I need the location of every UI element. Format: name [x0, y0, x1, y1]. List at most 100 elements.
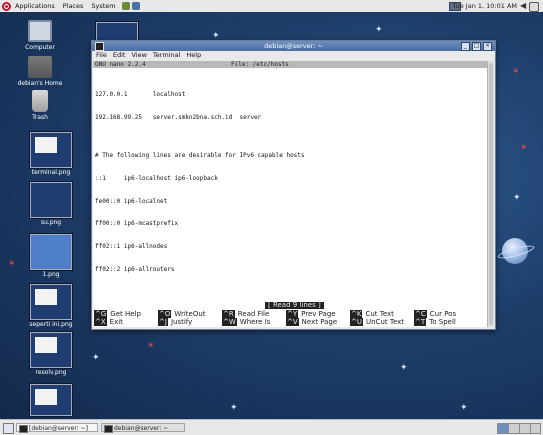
nano-header: GNU nano 2.2.4 File: /etc/hosts — [93, 61, 487, 68]
browser-launcher-icon[interactable] — [121, 2, 130, 10]
shortcut-key: ^R — [222, 310, 235, 318]
file-contents[interactable]: 127.0.0.1 localhost 192.168.99.25 server… — [93, 68, 487, 289]
shortcut-key: ^K — [350, 310, 363, 318]
shortcut-key: ^X — [94, 318, 107, 326]
trash-applet-icon[interactable] — [530, 423, 541, 434]
menu-file[interactable]: File — [96, 51, 107, 60]
file-label: 1.png — [42, 271, 60, 278]
shortcut-get-help: ^G Get Help — [94, 310, 141, 318]
file-line: 192.168.99.25 server.smkn2bna.sch.id ser… — [95, 113, 262, 121]
shortcut-key: ^U — [350, 318, 363, 326]
file-line: 127.0.0.1 localhost — [95, 91, 186, 99]
menu-view[interactable]: View — [131, 51, 146, 60]
star-decoration: ✶ — [512, 67, 520, 77]
shortcut-key: ^Y — [286, 310, 299, 318]
file-label: seperti ini.png — [29, 321, 73, 328]
star-decoration: ✦ — [460, 403, 468, 413]
image-file-icon[interactable]: seperti ini.png — [29, 284, 73, 328]
shortcut-key: ^O — [158, 310, 172, 318]
shortcut-key: ^G — [94, 310, 108, 318]
terminal-window[interactable]: debian@server: ~ _ □ × File Edit View Te… — [91, 40, 496, 330]
shortcut-key: ^J — [158, 318, 168, 326]
applications-menu[interactable]: Applications — [11, 2, 59, 10]
file-label: terminal.png — [31, 169, 71, 176]
image-file-icon[interactable]: resolv.png — [30, 332, 72, 376]
terminal-scrollbar[interactable] — [487, 61, 494, 327]
debian-logo-icon[interactable] — [2, 1, 11, 11]
shutdown-icon[interactable] — [529, 2, 539, 12]
image-file-icon[interactable] — [96, 22, 138, 42]
terminal-icon — [95, 42, 104, 51]
shortcut-to-spell: ^T To Spell — [414, 318, 456, 326]
minimize-button[interactable]: _ — [461, 42, 470, 51]
close-button[interactable]: × — [483, 42, 492, 51]
home-desktop-icon[interactable]: debian's Home — [10, 56, 70, 87]
file-line: ff00::0 ip6-mcastprefix — [95, 220, 179, 228]
terminal-content[interactable]: GNU nano 2.2.4 File: /etc/hosts 127.0.0.… — [93, 61, 487, 327]
shortcut-where-is: ^W Where Is — [222, 318, 270, 326]
star-decoration: ✦ — [400, 363, 408, 373]
desktop-icon-label: Trash — [32, 114, 48, 121]
shortcut-key: ^V — [286, 318, 299, 326]
star-decoration: ✶ — [147, 341, 155, 351]
scrollbar-thumb[interactable] — [489, 63, 493, 325]
star-decoration: ✦ — [513, 193, 521, 203]
shortcut-label: Justify — [170, 318, 193, 326]
image-file-icon-selected[interactable]: 1.png — [30, 234, 72, 278]
planet-decoration — [502, 238, 528, 264]
taskbar-item-label: [debian@server: ~] — [29, 425, 88, 432]
star-decoration: ✶ — [8, 259, 16, 269]
shortcut-key: ^W — [222, 318, 237, 326]
shortcut-label: Next Page — [301, 318, 338, 326]
shortcut-label: Where Is — [239, 318, 271, 326]
file-line: ff02::2 ip6-allrouters — [95, 265, 175, 273]
clock[interactable]: Tue Jan 1, 10:01 AM — [453, 2, 517, 10]
taskbar-item[interactable]: [debian@server: ~] — [16, 423, 98, 433]
maximize-button[interactable]: □ — [472, 42, 481, 51]
shortcut-label: Read File — [237, 310, 270, 318]
file-line: ff02::1 ip6-allnodes — [95, 243, 168, 251]
places-menu[interactable]: Places — [59, 2, 88, 10]
thumbnail-preview — [35, 337, 57, 353]
trash-desktop-icon[interactable]: Trash — [10, 90, 70, 121]
shortcut-next-page: ^V Next Page — [286, 318, 337, 326]
shortcut-label: WriteOut — [174, 310, 206, 318]
window-title: debian@server: ~ — [264, 42, 323, 50]
computer-desktop-icon[interactable]: Computer — [10, 20, 70, 51]
help-launcher-icon[interactable] — [131, 2, 140, 10]
thumbnail-preview — [35, 137, 57, 153]
window-titlebar[interactable]: debian@server: ~ _ □ × — [92, 41, 495, 51]
system-menu[interactable]: System — [87, 2, 119, 10]
shortcut-label: Cut Text — [365, 310, 394, 318]
shortcut-cut-text: ^K Cut Text — [350, 310, 394, 318]
nano-version: GNU nano 2.2.4 — [95, 61, 146, 68]
star-decoration: ✦ — [92, 353, 100, 363]
menu-edit[interactable]: Edit — [113, 51, 126, 60]
shortcut-uncut-text: ^U UnCut Text — [350, 318, 404, 326]
file-line: ::1 ip6-localhost ip6-loopback — [95, 174, 218, 182]
star-decoration: ✶ — [520, 143, 528, 153]
show-desktop-icon[interactable] — [3, 423, 14, 434]
image-file-icon[interactable]: terminal.png — [30, 132, 72, 176]
terminal-menubar: File Edit View Terminal Help — [92, 51, 495, 60]
image-file-icon[interactable] — [30, 384, 72, 416]
shortcut-label: Get Help — [110, 310, 141, 318]
taskbar-item-active[interactable]: debian@server: ~ — [101, 423, 185, 433]
menu-terminal[interactable]: Terminal — [153, 51, 180, 60]
nano-file-label: File: /etc/hosts — [231, 61, 289, 68]
shortcut-exit: ^X Exit — [94, 318, 123, 326]
thumbnail-preview — [35, 289, 57, 305]
shortcut-writeout: ^O WriteOut — [158, 310, 206, 318]
shortcut-cur-pos: ^C Cur Pos — [414, 310, 456, 318]
shortcut-label: UnCut Text — [366, 318, 405, 326]
shortcut-label: Cur Pos — [429, 310, 457, 318]
image-file-icon[interactable]: su.png — [30, 182, 72, 226]
shortcut-read-file: ^R Read File — [222, 310, 269, 318]
file-line: # The following lines are desirable for … — [95, 151, 305, 159]
shortcut-label: Prev Page — [301, 310, 336, 318]
desktop-icon-label: debian's Home — [17, 80, 63, 87]
shortcut-label: To Spell — [429, 318, 456, 326]
menu-help[interactable]: Help — [186, 51, 201, 60]
volume-icon[interactable]: ◀ — [520, 2, 528, 10]
desktop-icon-label: Computer — [25, 44, 55, 51]
